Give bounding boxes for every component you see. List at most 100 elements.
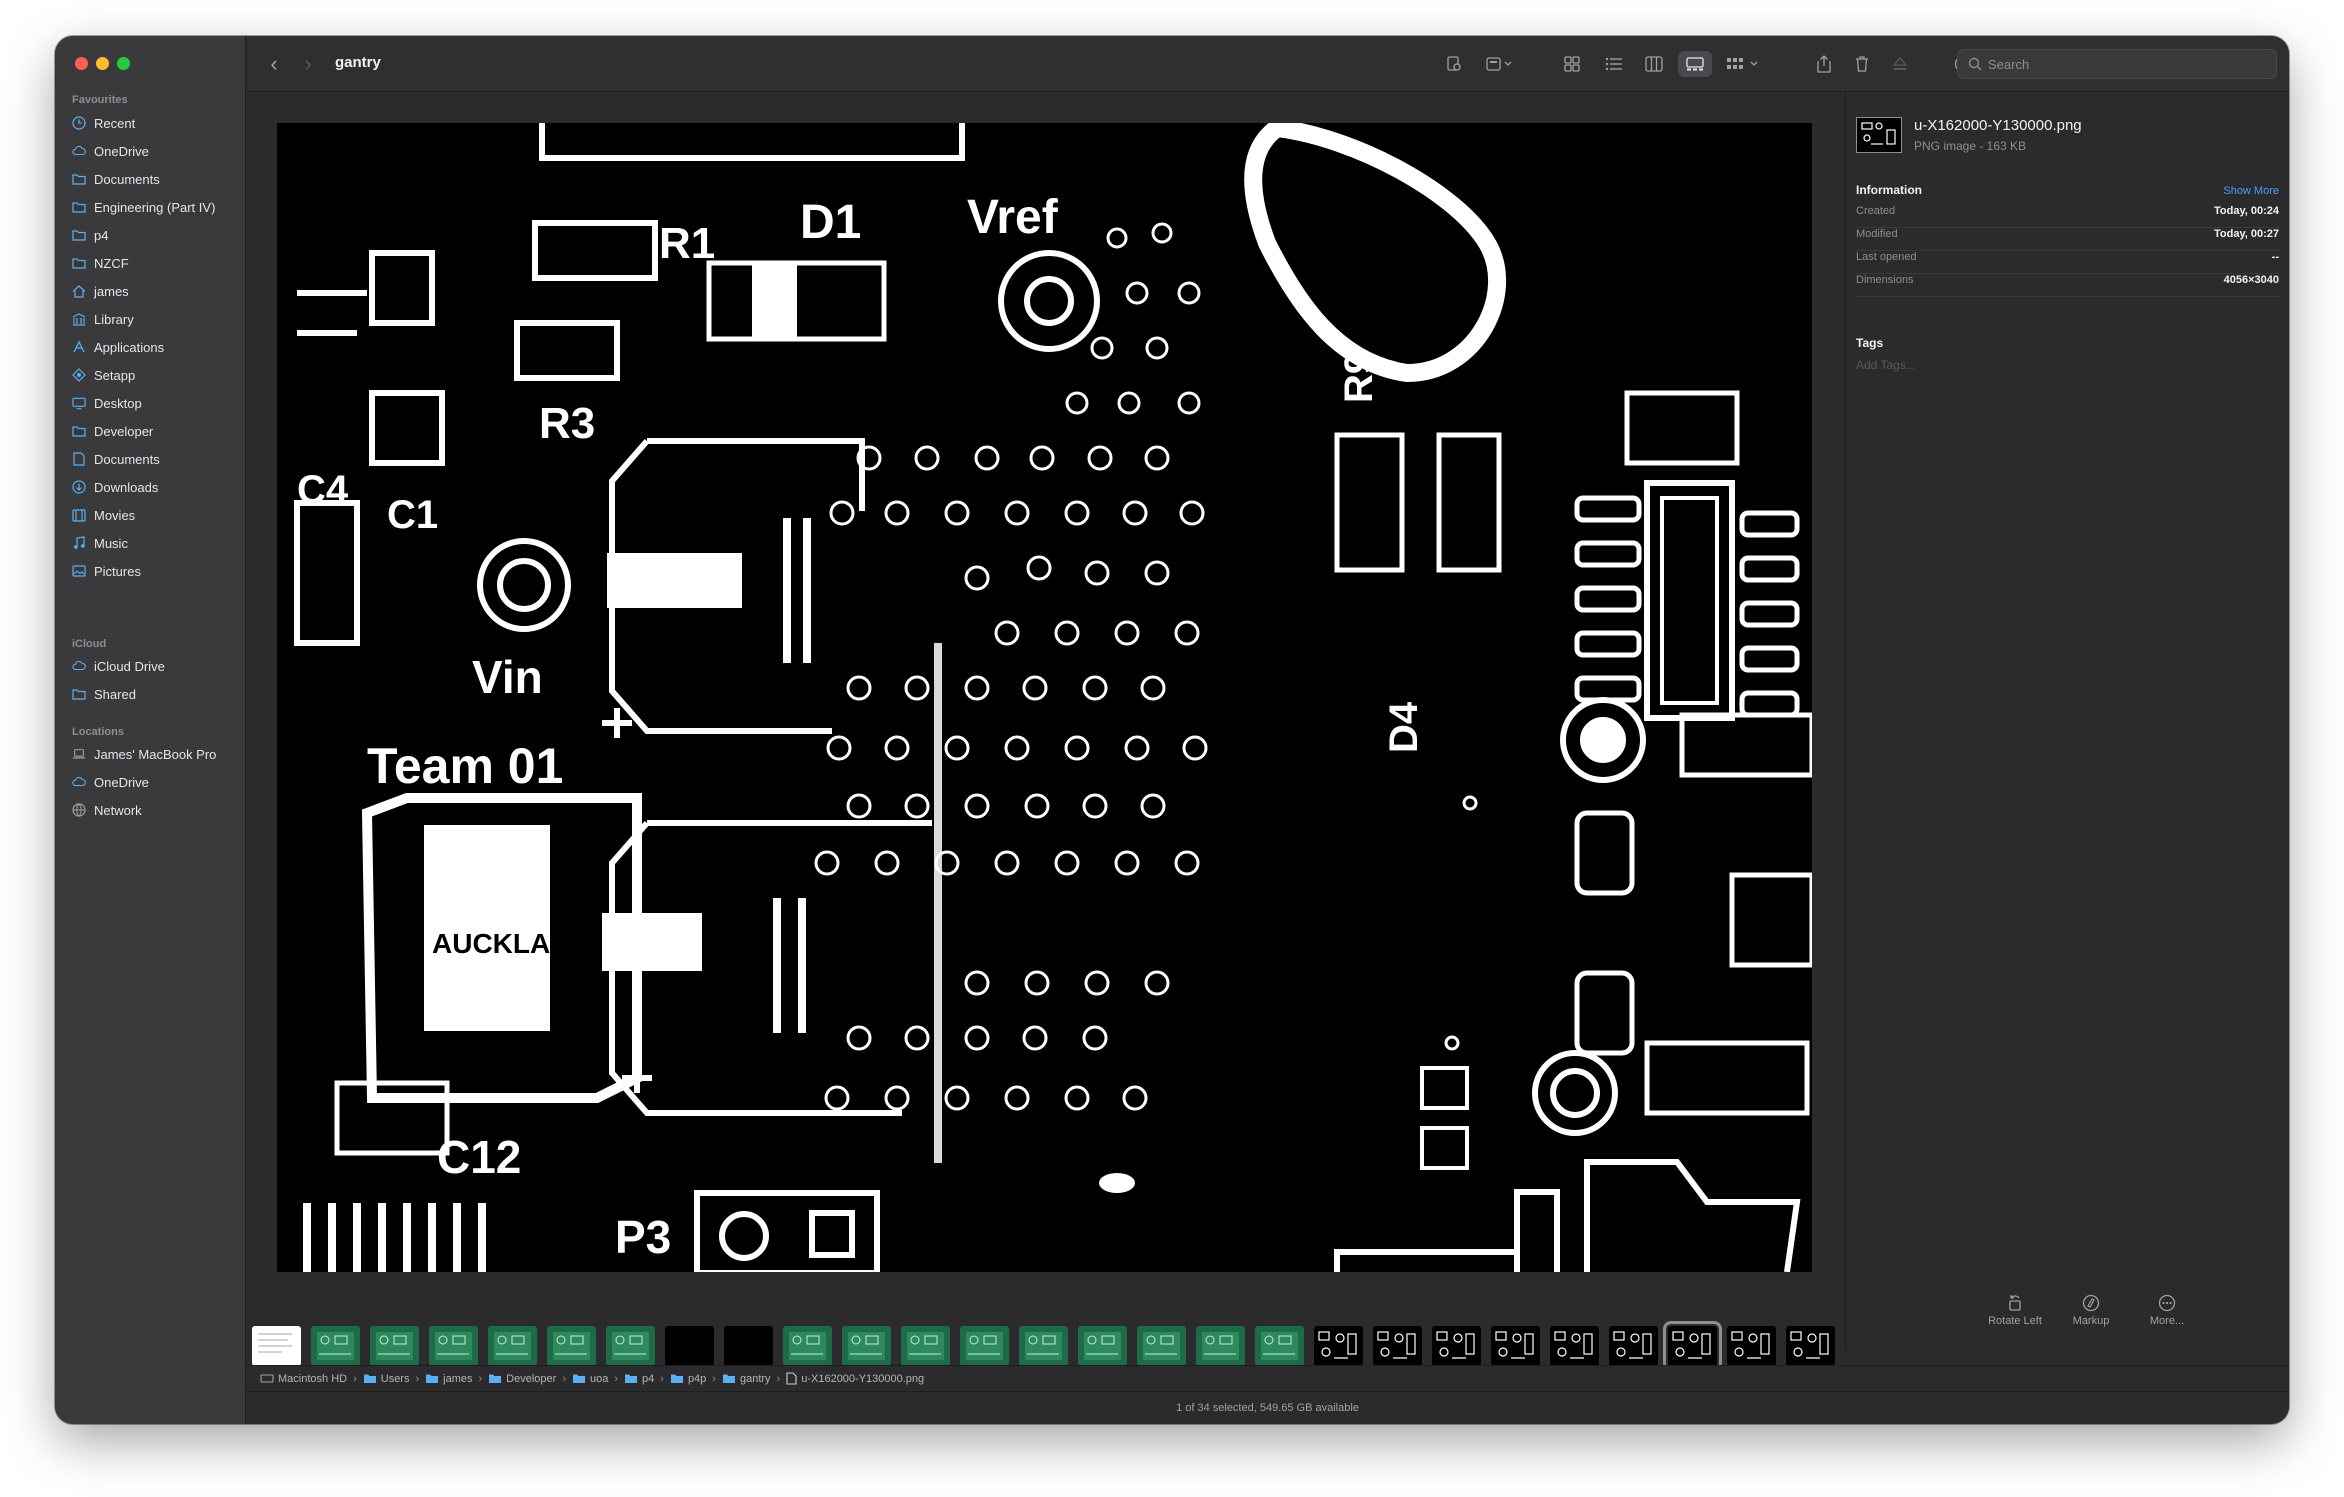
sidebar-item-movies[interactable]: Movies [72, 503, 238, 527]
info-row-key: Last opened [1856, 251, 1917, 263]
path-segment[interactable]: james [425, 1373, 473, 1385]
back-button[interactable]: ‹ [264, 51, 284, 77]
filmstrip-thumbnail[interactable] [606, 1326, 655, 1366]
sidebar-item-onedrive[interactable]: OneDrive [72, 139, 238, 163]
sidebar-item-james[interactable]: james [72, 279, 238, 303]
sidebar-item-icloud-drive[interactable]: iCloud Drive [72, 654, 238, 678]
sidebar-item-pictures[interactable]: Pictures [72, 559, 238, 583]
path-segment-label: uoa [589, 1372, 609, 1385]
path-segment[interactable]: uoa [572, 1373, 608, 1385]
path-segment[interactable]: gantry [722, 1373, 771, 1385]
finder-window: Favourites Recent OneDrive Documents Engine… [55, 36, 2289, 1424]
filmstrip-thumbnail[interactable] [1373, 1326, 1422, 1366]
sidebar-item-desktop[interactable]: Desktop [72, 391, 238, 415]
group-button[interactable] [1482, 51, 1518, 77]
gallery-view-button[interactable] [1678, 51, 1712, 77]
sidebar-item-label: Pictures [94, 563, 141, 579]
sidebar-item-network[interactable]: Network [72, 798, 238, 822]
sidebar-item-label: Downloads [94, 479, 159, 495]
info-panel: u-X162000-Y130000.png PNG image - 163 KB… [1845, 92, 2289, 1350]
filmstrip-thumbnail[interactable] [1432, 1326, 1481, 1366]
filmstrip-thumbnail[interactable] [1491, 1326, 1540, 1366]
sidebar-item-documents[interactable]: Documents [72, 167, 238, 191]
filmstrip-thumbnail[interactable] [783, 1326, 832, 1366]
rotate-left-label: Rotate Left [1988, 1315, 2042, 1327]
setapp-icon [72, 368, 86, 382]
path-segment[interactable]: Macintosh HD [260, 1373, 347, 1385]
image-preview[interactable]: Vref D1 R1 R3 R9 C4 C1 Vin Team 01 C12 P… [277, 123, 1812, 1272]
filmstrip-thumbnail[interactable] [1609, 1326, 1658, 1366]
more-button[interactable]: More... [2127, 1294, 2207, 1327]
minimize-button[interactable] [96, 57, 109, 70]
filmstrip-thumbnail[interactable] [429, 1326, 478, 1366]
path-segment[interactable]: Developer [488, 1373, 556, 1385]
close-button[interactable] [75, 57, 88, 70]
sidebar-item-documents[interactable]: Documents [72, 447, 238, 471]
tags-heading: Tags [1856, 336, 1884, 350]
sidebar-item-label: Developer [94, 423, 154, 439]
share-button[interactable] [1812, 51, 1836, 77]
sidebar-item-library[interactable]: Library [72, 307, 238, 331]
sidebar-item-applications[interactable]: Applications [72, 335, 238, 359]
home-icon [72, 284, 86, 298]
filmstrip-thumbnail[interactable] [1019, 1326, 1068, 1366]
filmstrip-thumbnail[interactable] [1255, 1326, 1304, 1366]
filmstrip-thumbnail[interactable] [1550, 1326, 1599, 1366]
sidebar-item-developer[interactable]: Developer [72, 419, 238, 443]
filmstrip-thumbnail[interactable] [1078, 1326, 1127, 1366]
filmstrip-thumbnail[interactable] [960, 1326, 1009, 1366]
group-by-button[interactable] [1724, 51, 1764, 77]
path-segment[interactable]: u-X162000-Y130000.png [786, 1372, 924, 1385]
show-more-link[interactable]: Show More [2223, 185, 2279, 197]
forward-button[interactable]: › [298, 51, 318, 77]
path-separator-icon: › [478, 1372, 483, 1385]
filmstrip-thumbnail[interactable] [1727, 1326, 1776, 1366]
filmstrip-thumbnail[interactable] [252, 1326, 301, 1366]
path-segment[interactable]: p4p [670, 1373, 706, 1385]
sidebar-item-engineering-part-iv[interactable]: Engineering (Part IV) [72, 195, 238, 219]
filmstrip-thumbnail[interactable] [1314, 1326, 1363, 1366]
sidebar-item-music[interactable]: Music [72, 531, 238, 555]
sidebar-item-shared[interactable]: Shared [72, 682, 238, 706]
zoom-button[interactable] [117, 57, 130, 70]
sidebar-item-downloads[interactable]: Downloads [72, 475, 238, 499]
silk-team: Team 01 [367, 738, 563, 794]
filmstrip-thumbnail[interactable] [370, 1326, 419, 1366]
filmstrip-thumbnail[interactable] [1196, 1326, 1245, 1366]
markup-button[interactable]: Markup [2051, 1294, 2131, 1327]
filmstrip-thumbnail[interactable] [311, 1326, 360, 1366]
filmstrip-thumbnail[interactable] [842, 1326, 891, 1366]
quick-look-button[interactable] [1442, 51, 1466, 77]
sidebar-item-nzcf[interactable]: NZCF [72, 251, 238, 275]
delete-button[interactable] [1850, 51, 1874, 77]
sidebar-item-p4[interactable]: p4 [72, 223, 238, 247]
filmstrip-thumbnail[interactable] [488, 1326, 537, 1366]
filmstrip-thumbnail[interactable] [901, 1326, 950, 1366]
path-segment[interactable]: Users [363, 1373, 409, 1385]
filmstrip-thumbnail[interactable] [724, 1326, 773, 1366]
list-view-button[interactable] [1602, 51, 1626, 77]
path-segment-label: p4 [642, 1372, 655, 1385]
sidebar-item-recent[interactable]: Recent [72, 111, 238, 135]
grid-dropdown-icon [1727, 58, 1758, 69]
sidebar-item-onedrive[interactable]: OneDrive [72, 770, 238, 794]
icon-view-button[interactable] [1560, 51, 1584, 77]
filmstrip-thumbnail[interactable] [665, 1326, 714, 1366]
filmstrip-thumbnail[interactable] [1786, 1326, 1835, 1366]
path-segment[interactable]: p4 [624, 1373, 654, 1385]
sidebar-item-label: Documents [94, 451, 160, 467]
rotate-left-button[interactable]: Rotate Left [1975, 1294, 2055, 1327]
column-view-button[interactable] [1642, 51, 1666, 77]
add-tags-field[interactable]: Add Tags... [1856, 358, 1916, 372]
sidebar-item-setapp[interactable]: Setapp [72, 363, 238, 387]
filmstrip-thumbnail[interactable] [1137, 1326, 1186, 1366]
sidebar-item-james-macbook-pro[interactable]: James' MacBook Pro [72, 742, 238, 766]
folder-icon [489, 1374, 502, 1383]
search-field[interactable]: Search [1957, 49, 2277, 79]
folder-icon [670, 1374, 683, 1383]
info-row: Dimensions 4056×3040 [1856, 274, 2279, 297]
filmstrip-thumbnail[interactable] [547, 1326, 596, 1366]
eject-button[interactable] [1888, 51, 1912, 77]
sidebar-section-locations: Locations [72, 726, 124, 738]
filmstrip-thumbnail[interactable] [1663, 1321, 1722, 1371]
